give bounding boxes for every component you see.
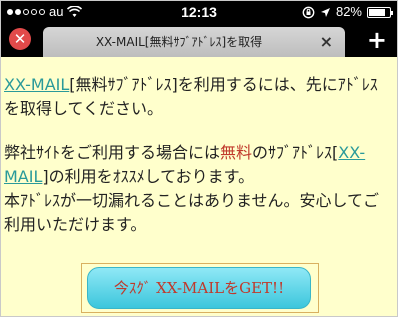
safety-text: 本ｱﾄﾞﾚｽが一切漏れることはありません。安心してご利用いただけます。 bbox=[4, 191, 380, 234]
free-highlight: 無料 bbox=[220, 143, 253, 162]
get-xx-mail-button[interactable]: 今ｽｸﾞ XX-MAILをGET!! bbox=[87, 267, 311, 309]
intro-paragraph: XX-MAIL[無料ｻﾌﾞｱﾄﾞﾚｽ]を利用するには、先にｱﾄﾞﾚｽを取得してく… bbox=[4, 73, 392, 121]
battery-percent: 82% bbox=[335, 4, 362, 19]
browser-frame: au 12:13 82% ✕ XX-MAIL[無料ｻﾌﾞｱﾄﾞﾚｽ]を取得 × … bbox=[0, 0, 398, 317]
recommend-suffix: ]の利用をｵｽｽﾒしております。 bbox=[42, 167, 255, 186]
tab-title: XX-MAIL[無料ｻﾌﾞｱﾄﾞﾚｽ]を取得 bbox=[95, 35, 263, 49]
xx-mail-link[interactable]: XX-MAIL bbox=[4, 75, 69, 94]
status-right: 82% bbox=[302, 1, 393, 23]
safety-paragraph: 本ｱﾄﾞﾚｽが一切漏れることはありません。安心してご利用いただけます。 bbox=[4, 189, 392, 237]
status-bar: au 12:13 82% bbox=[1, 1, 397, 23]
battery-fill bbox=[369, 8, 385, 16]
close-tabs-icon[interactable]: ✕ bbox=[9, 28, 31, 50]
battery-tip bbox=[391, 10, 393, 15]
orientation-lock-icon bbox=[302, 6, 315, 18]
recommend-paragraph: 弊社ｻｲﾄをご利用する場合には無料のｻﾌﾞｱﾄﾞﾚｽ[XX-MAIL]の利用をｵ… bbox=[4, 141, 392, 189]
cta-container: 今ｽｸﾞ XX-MAILをGET!! bbox=[81, 263, 319, 313]
tab-bar: ✕ XX-MAIL[無料ｻﾌﾞｱﾄﾞﾚｽ]を取得 × + bbox=[1, 23, 397, 57]
active-tab[interactable]: XX-MAIL[無料ｻﾌﾞｱﾄﾞﾚｽ]を取得 × bbox=[43, 27, 345, 57]
location-arrow-icon bbox=[320, 7, 330, 17]
new-tab-icon[interactable]: + bbox=[367, 26, 387, 54]
recommend-mid: のｻﾌﾞｱﾄﾞﾚｽ[ bbox=[252, 143, 339, 162]
page-content: XX-MAIL[無料ｻﾌﾞｱﾄﾞﾚｽ]を利用するには、先にｱﾄﾞﾚｽを取得してく… bbox=[4, 73, 392, 237]
tab-close-icon[interactable]: × bbox=[320, 27, 333, 57]
recommend-prefix: 弊社ｻｲﾄをご利用する場合には bbox=[4, 143, 221, 162]
battery-icon bbox=[367, 6, 393, 18]
